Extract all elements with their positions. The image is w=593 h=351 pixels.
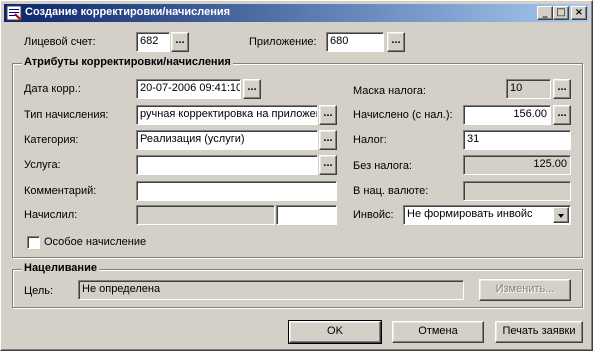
charged-with-tax-button[interactable]: ... [553,105,571,125]
without-tax-field: 125.00 [463,155,571,175]
charged-with-tax-field[interactable]: 156.00 [463,105,551,125]
type-field[interactable]: ручная корректировка на приложен [136,105,318,125]
date-field[interactable]: 20-07-2006 09:41:10 [136,79,241,99]
service-label: Услуга: [24,159,61,171]
application-browse-button[interactable]: ... [387,32,405,52]
service-field[interactable] [136,155,318,175]
chevron-down-icon[interactable] [553,207,569,223]
national-currency-label: В нац. валюте: [353,185,429,197]
account-browse-button[interactable]: ... [171,32,189,52]
print-request-button[interactable]: Печать заявки [495,321,583,343]
change-target-button[interactable]: Изменить... [479,279,571,301]
goal-label: Цель: [24,285,54,297]
account-label: Лицевой счет: [24,36,96,48]
close-button[interactable]: × [571,6,587,20]
maximize-button[interactable]: □ [553,6,569,20]
charged-by-extra-field[interactable] [276,205,337,225]
targeting-group-title: Нацеливание [22,262,99,274]
type-browse-button[interactable]: ... [319,105,337,125]
cancel-button[interactable]: Отмена [392,321,484,343]
special-charge-label: Особое начисление [44,236,147,248]
invoice-select[interactable]: Не формировать инвойс [403,205,571,225]
goal-field: Не определена [78,280,464,300]
title-bar[interactable]: Создание корректировки/начисления _ □ × [4,4,589,22]
account-field[interactable]: 682 [136,32,170,52]
national-currency-field [463,181,571,201]
application-label: Приложение: [249,36,317,48]
attributes-group-title: Атрибуты корректировки/начисления [22,56,233,68]
tax-mask-label: Маска налога: [353,85,426,97]
tax-label: Налог: [353,134,387,146]
type-label: Тип начисления: [24,109,109,121]
tax-field[interactable]: 31 [463,130,571,150]
tax-mask-field: 10 [506,79,551,99]
comment-field[interactable] [136,181,337,201]
invoice-select-value: Не формировать инвойс [407,208,533,220]
special-charge-checkbox[interactable] [27,236,40,249]
minimize-button[interactable]: _ [537,6,553,20]
service-browse-button[interactable]: ... [319,155,337,175]
category-field[interactable]: Реализация (услуги) [136,130,318,150]
app-icon [6,5,22,21]
charged-by-label: Начислил: [24,209,78,221]
charged-by-field [136,205,275,225]
charged-with-tax-label: Начислено (с нал.): [353,109,453,121]
ok-button[interactable]: OK [288,320,382,344]
window-title: Создание корректировки/начисления [25,6,231,18]
date-picker-button[interactable]: ... [243,79,261,99]
tax-mask-browse-button[interactable]: ... [553,79,571,99]
without-tax-label: Без налога: [353,160,412,172]
category-label: Категория: [24,134,79,146]
date-label: Дата корр.: [24,83,81,95]
application-field[interactable]: 680 [326,32,384,52]
dialog-window: Создание корректировки/начисления _ □ × … [0,0,593,351]
comment-label: Комментарий: [24,185,97,197]
category-browse-button[interactable]: ... [319,130,337,150]
invoice-label: Инвойс: [353,209,394,221]
